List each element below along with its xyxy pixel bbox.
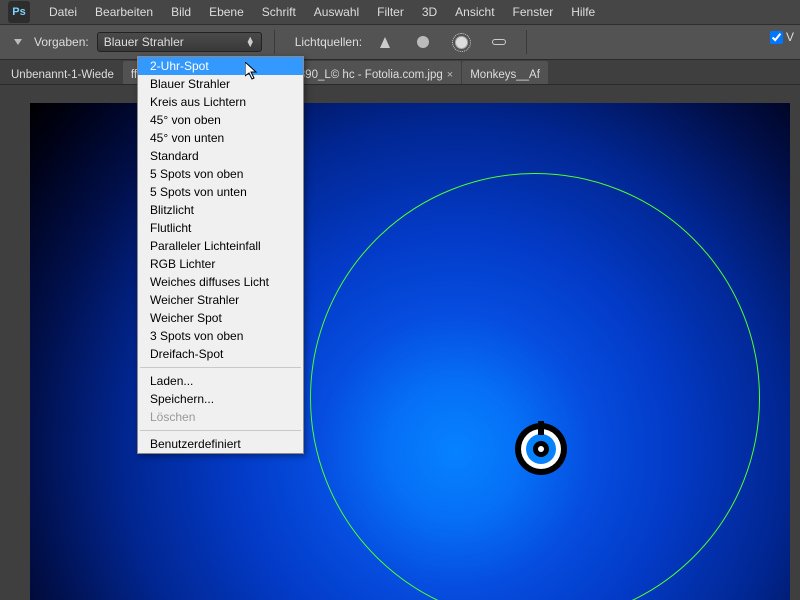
menu-auswahl[interactable]: Auswahl (305, 2, 368, 22)
tab-label: Unbenannt-1-Wiede (11, 69, 114, 81)
right-check-input[interactable] (770, 31, 783, 44)
menu-schrift[interactable]: Schrift (253, 2, 305, 22)
light-label: Lichtquellen: (295, 35, 362, 49)
dd-item[interactable]: Weicher Strahler (138, 291, 303, 309)
dd-item[interactable]: Weiches diffuses Licht (138, 273, 303, 291)
spot-light-icon[interactable] (376, 33, 394, 51)
right-check-label: V (786, 30, 794, 44)
preset-value: Blauer Strahler (104, 35, 184, 49)
dd-item-2uhr[interactable]: 2-Uhr-Spot (138, 57, 303, 75)
optionbar: Vorgaben: Blauer Strahler ▲▼ Lichtquelle… (0, 24, 800, 60)
tab-label: Monkeys__Af (470, 69, 540, 81)
dd-delete: Löschen (138, 408, 303, 426)
dd-item[interactable]: 5 Spots von oben (138, 165, 303, 183)
app-logo: Ps (8, 1, 30, 23)
tabbar: Unbenannt-1-Wiede ffekte, RGB/8) *× Foto… (0, 60, 800, 85)
dd-item[interactable]: 45° von oben (138, 111, 303, 129)
dd-item[interactable]: 3 Spots von oben (138, 327, 303, 345)
menu-ebene[interactable]: Ebene (200, 2, 253, 22)
preset-dropdown[interactable]: Blauer Strahler ▲▼ (97, 32, 262, 52)
dd-item[interactable]: Flutlicht (138, 219, 303, 237)
dd-item[interactable]: 45° von unten (138, 129, 303, 147)
tab-3[interactable]: Monkeys__Af (462, 61, 548, 84)
canvas-area (0, 85, 800, 600)
dd-item[interactable]: Blitzlicht (138, 201, 303, 219)
tool-preset-icon[interactable] (14, 39, 22, 45)
dd-item[interactable]: Standard (138, 147, 303, 165)
dd-item[interactable]: Kreis aus Lichtern (138, 93, 303, 111)
dd-custom[interactable]: Benutzerdefiniert (138, 435, 303, 453)
menubar: Ps Datei Bearbeiten Bild Ebene Schrift A… (0, 0, 800, 24)
infinite-light-icon[interactable] (452, 33, 470, 51)
light-center-gizmo[interactable] (515, 423, 567, 475)
light-extra-icon[interactable] (490, 33, 508, 51)
dd-save[interactable]: Speichern... (138, 390, 303, 408)
separator (526, 30, 527, 54)
menu-filter[interactable]: Filter (368, 2, 413, 22)
dd-item[interactable]: 5 Spots von unten (138, 183, 303, 201)
menu-bearbeiten[interactable]: Bearbeiten (86, 2, 162, 22)
dd-load[interactable]: Laden... (138, 372, 303, 390)
light-boundary-ring[interactable] (310, 173, 760, 600)
menu-3d[interactable]: 3D (413, 2, 446, 22)
menu-hilfe[interactable]: Hilfe (562, 2, 604, 22)
point-light-icon[interactable] (414, 33, 432, 51)
dd-item[interactable]: Dreifach-Spot (138, 345, 303, 363)
right-checkbox[interactable]: V (770, 30, 794, 44)
dd-separator (140, 430, 301, 431)
dropdown-arrows-icon: ▲▼ (246, 37, 255, 47)
dd-item[interactable]: Weicher Spot (138, 309, 303, 327)
dd-item[interactable]: Paralleler Lichteinfall (138, 237, 303, 255)
dd-item[interactable]: RGB Lichter (138, 255, 303, 273)
preset-dropdown-menu: 2-Uhr-Spot Blauer Strahler Kreis aus Lic… (137, 56, 304, 454)
dd-item[interactable]: Blauer Strahler (138, 75, 303, 93)
menu-fenster[interactable]: Fenster (504, 2, 563, 22)
dd-separator (140, 367, 301, 368)
separator (274, 30, 275, 54)
preset-label: Vorgaben: (34, 35, 89, 49)
close-icon[interactable]: × (447, 69, 453, 81)
menu-bild[interactable]: Bild (162, 2, 200, 22)
menu-ansicht[interactable]: Ansicht (446, 2, 503, 22)
menu-datei[interactable]: Datei (40, 2, 86, 22)
tab-0[interactable]: Unbenannt-1-Wiede (3, 61, 122, 84)
